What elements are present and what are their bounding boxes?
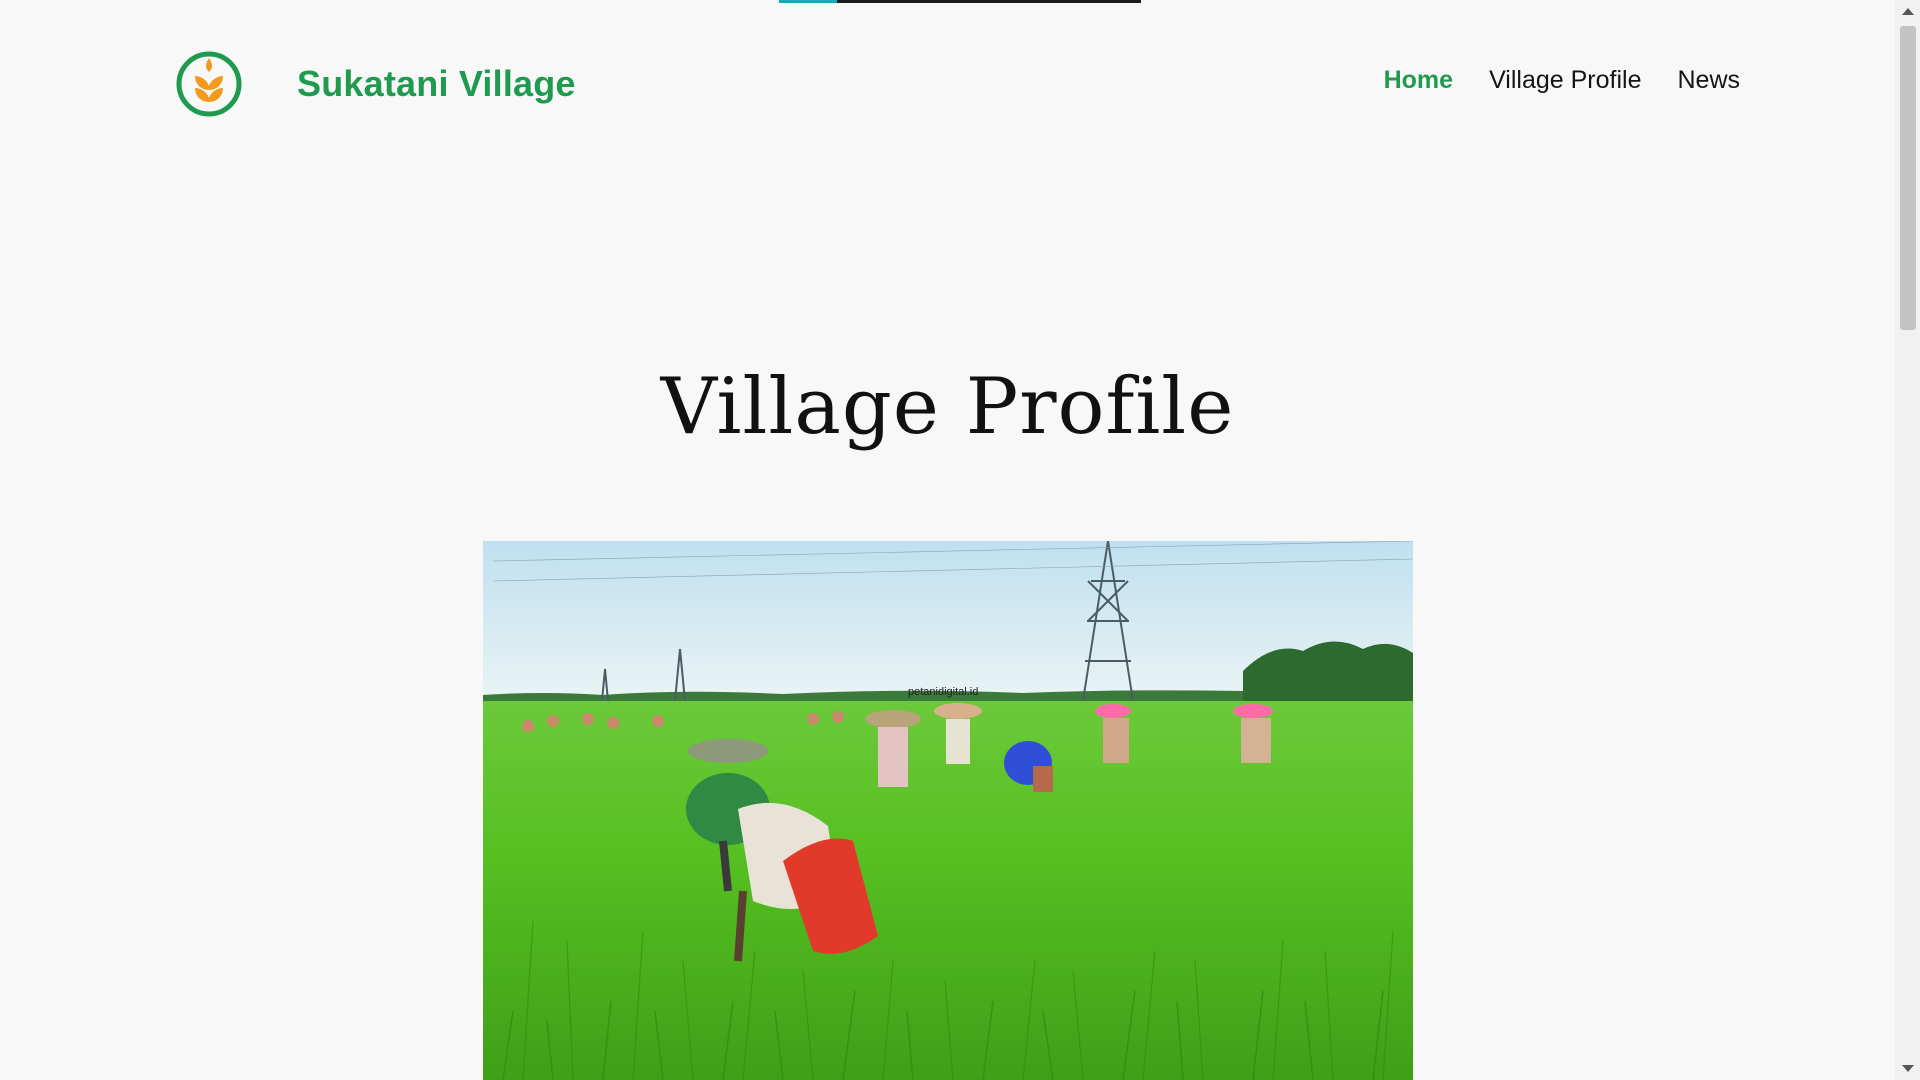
nav-item-news[interactable]: News bbox=[1677, 66, 1740, 95]
wheat-leaf-logo-icon bbox=[176, 51, 242, 117]
hero-image: petanidigital.id bbox=[483, 541, 1413, 1080]
vertical-scrollbar[interactable] bbox=[1895, 0, 1920, 1080]
page-title: Village Profile bbox=[660, 362, 1235, 452]
site-name: Sukatani Village bbox=[297, 63, 576, 104]
image-watermark: petanidigital.id bbox=[908, 686, 979, 698]
main-nav: Home Village Profile News bbox=[1384, 66, 1740, 95]
nav-item-village-profile[interactable]: Village Profile bbox=[1489, 66, 1641, 95]
site-header: Sukatani Village Home Village Profile Ne… bbox=[0, 0, 1895, 170]
nav-item-home[interactable]: Home bbox=[1384, 66, 1453, 95]
scrollbar-thumb[interactable] bbox=[1900, 26, 1916, 330]
brand[interactable]: Sukatani Village bbox=[175, 50, 576, 118]
scroll-up-arrow-icon[interactable] bbox=[1902, 8, 1914, 15]
scroll-down-arrow-icon[interactable] bbox=[1902, 1065, 1914, 1072]
